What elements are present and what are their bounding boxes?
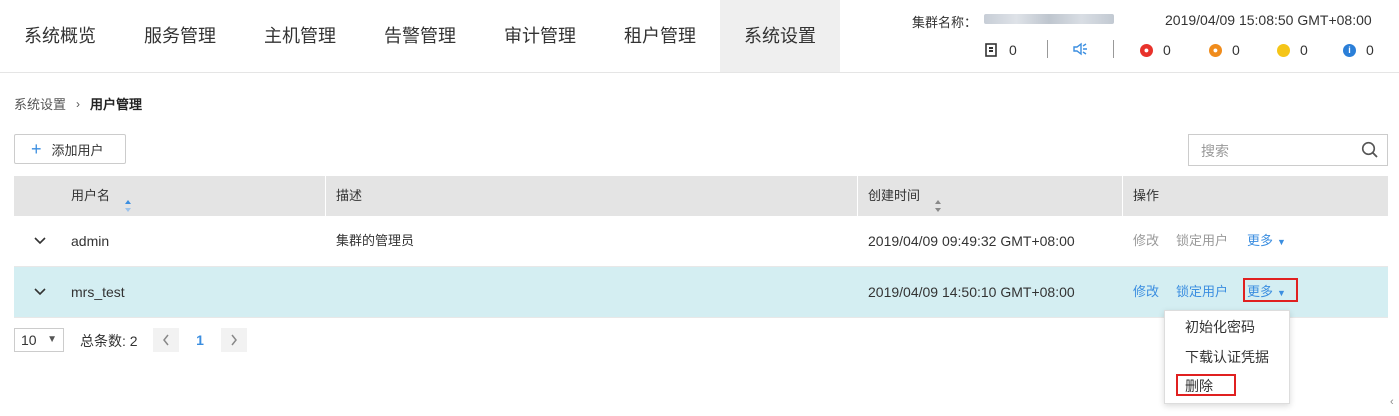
add-user-button[interactable]: + 添加用户 — [14, 134, 126, 164]
chevron-right-icon: › — [76, 96, 81, 111]
alarm-minor[interactable]: 0 — [1277, 40, 1308, 60]
task-status[interactable]: 0 — [985, 40, 1017, 60]
total-count: 总条数: 2 — [80, 333, 138, 349]
breadcrumb: 系统设置 › 用户管理 — [14, 94, 142, 113]
tab-audit-management[interactable]: 审计管理 — [492, 0, 588, 72]
search-input[interactable] — [1199, 141, 1353, 161]
search-box — [1188, 134, 1388, 166]
more-label: 更多 — [1247, 233, 1274, 248]
current-datetime: 2019/04/09 15:08:50 GMT+08:00 — [1165, 12, 1372, 28]
alarm-major[interactable]: ● 0 — [1209, 40, 1240, 60]
alarm-info[interactable]: i 0 — [1343, 40, 1374, 60]
tab-host-management[interactable]: 主机管理 — [252, 0, 348, 72]
page-size-value: 10 — [21, 332, 37, 348]
more-highlight-box — [1243, 278, 1298, 302]
critical-alarm-icon: ● — [1140, 43, 1153, 57]
plus-icon: + — [31, 139, 42, 159]
chevron-down-icon[interactable] — [34, 216, 48, 266]
task-icon — [985, 43, 997, 57]
info-alarm-icon: i — [1343, 43, 1356, 57]
tab-system-settings[interactable]: 系统设置 — [720, 0, 840, 72]
caret-down-icon: ▼ — [47, 334, 57, 345]
search-icon[interactable] — [1361, 141, 1379, 159]
modify-link[interactable]: 修改 — [1133, 267, 1159, 317]
minor-alarm-icon — [1277, 43, 1290, 57]
cluster-label: 集群名称： — [912, 15, 978, 30]
divider — [1113, 40, 1114, 58]
sort-icon[interactable] — [124, 189, 132, 212]
add-user-label: 添加用户 — [51, 142, 104, 158]
alarm-major-count: 0 — [1232, 42, 1240, 58]
table-header: 用户名 描述 创建时间 操作 — [14, 176, 1388, 216]
speaker-icon — [1073, 42, 1089, 59]
alarm-critical[interactable]: ● 0 — [1140, 40, 1171, 60]
page-size-select[interactable]: 10 ▼ — [14, 328, 64, 352]
sound-toggle[interactable] — [1073, 40, 1089, 60]
column-actions: 操作 — [1133, 188, 1160, 203]
menu-item-download-credentials[interactable]: 下载认证凭据 — [1185, 347, 1269, 367]
column-username[interactable]: 用户名 — [71, 176, 132, 216]
tab-service-management[interactable]: 服务管理 — [132, 0, 228, 72]
column-created-time[interactable]: 创建时间 — [868, 176, 942, 216]
menu-item-init-password[interactable]: 初始化密码 — [1185, 317, 1255, 337]
cluster-name-redacted — [984, 14, 1114, 24]
breadcrumb-current: 用户管理 — [90, 97, 143, 112]
alarm-info-count: 0 — [1366, 42, 1374, 58]
tab-system-overview[interactable]: 系统概览 — [12, 0, 108, 72]
more-dropdown[interactable]: 更多 ▼ — [1247, 216, 1286, 266]
username-cell: admin — [71, 233, 110, 249]
top-navigation: 系统概览 服务管理 主机管理 告警管理 审计管理 租户管理 系统设置 集群名称：… — [0, 0, 1399, 73]
alarm-minor-count: 0 — [1300, 42, 1308, 58]
scroll-indicator-icon: ‹ — [1390, 396, 1394, 408]
column-divider — [325, 176, 326, 216]
prev-page-button[interactable] — [153, 328, 179, 352]
page-number-current[interactable]: 1 — [187, 328, 213, 352]
divider — [1047, 40, 1048, 58]
table-row: admin 集群的管理员 2019/04/09 09:49:32 GMT+08:… — [14, 216, 1388, 267]
chevron-down-icon[interactable] — [34, 267, 48, 317]
delete-highlight-box — [1176, 374, 1236, 396]
sort-icon[interactable] — [934, 189, 942, 212]
alarm-critical-count: 0 — [1163, 42, 1171, 58]
column-divider — [1122, 176, 1123, 216]
caret-down-icon: ▼ — [1277, 237, 1286, 247]
lock-user-link[interactable]: 锁定用户 — [1176, 216, 1228, 266]
tab-tenant-management[interactable]: 租户管理 — [612, 0, 708, 72]
column-description: 描述 — [336, 188, 363, 203]
modify-link[interactable]: 修改 — [1133, 216, 1159, 266]
description-cell: 集群的管理员 — [336, 233, 415, 248]
next-page-button[interactable] — [221, 328, 247, 352]
task-count: 0 — [1009, 42, 1017, 58]
created-time-cell: 2019/04/09 09:49:32 GMT+08:00 — [868, 233, 1075, 249]
column-username-label: 用户名 — [71, 188, 111, 203]
major-alarm-icon: ● — [1209, 43, 1222, 57]
column-created-label: 创建时间 — [868, 188, 921, 203]
created-time-cell: 2019/04/09 14:50:10 GMT+08:00 — [868, 284, 1075, 300]
username-cell: mrs_test — [71, 284, 125, 300]
breadcrumb-parent[interactable]: 系统设置 — [14, 94, 66, 113]
tab-alarm-management[interactable]: 告警管理 — [372, 0, 468, 72]
column-divider — [857, 176, 858, 216]
